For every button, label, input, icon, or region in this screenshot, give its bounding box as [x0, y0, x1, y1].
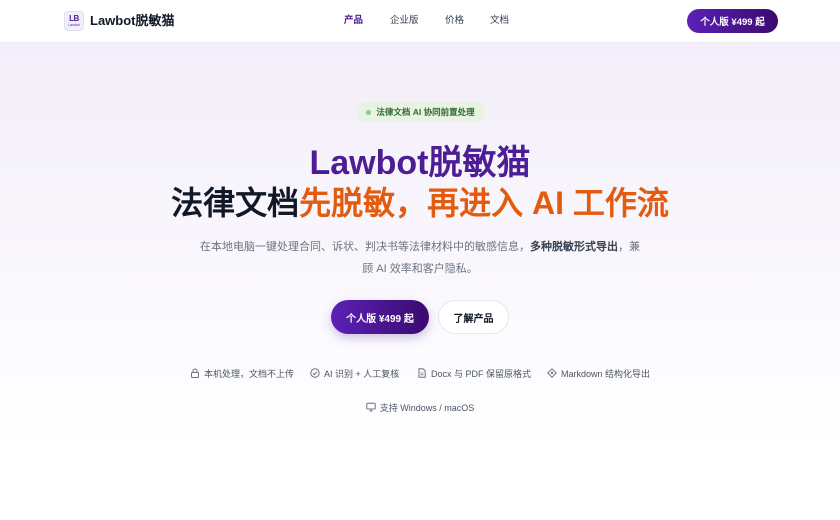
feature-local: 本机处理，文档不上传: [190, 366, 294, 380]
buy-personal-button[interactable]: 个人版 ¥499 起: [331, 300, 429, 334]
check-circle-icon: [310, 368, 320, 378]
feature-format: Docx 与 PDF 保留原格式: [417, 366, 531, 380]
nav-item-pricing[interactable]: 价格: [445, 14, 464, 28]
feature-ai-review: AI 识别 + 人工复核: [310, 366, 399, 380]
hero-title: Lawbot脱敏猫: [309, 144, 531, 182]
diamond-icon: [547, 368, 557, 378]
hero-subtitle: 法律文档先脱敏，再进入 AI 工作流: [0, 183, 840, 223]
nav-item-docs[interactable]: 文档: [490, 14, 509, 28]
monitor-icon: [366, 402, 376, 412]
header-buy-button[interactable]: 个人版 ¥499 起: [687, 9, 778, 33]
desc-highlight: 多种脱敏形式导出: [530, 241, 618, 253]
hero-badge: 法律文档 AI 协同前置处理: [356, 102, 485, 122]
hero-subtitle-part1: 法律文档: [171, 185, 300, 221]
feature-label: 本机处理，文档不上传: [204, 368, 295, 379]
feature-label: AI 识别 + 人工复核: [324, 368, 400, 379]
feature-markdown: Markdown 结构化导出: [547, 366, 650, 380]
learn-more-button[interactable]: 了解产品: [438, 300, 509, 334]
lock-icon: [191, 368, 199, 378]
nav-item-product[interactable]: 产品: [344, 14, 363, 28]
hero-description: 在本地电脑一键处理合同、诉状、判决书等法律材料中的敏感信息，多种脱敏形式导出，兼…: [200, 236, 640, 280]
feature-label: Markdown 结构化导出: [561, 368, 651, 379]
platform-label: 支持 Windows / macOS: [379, 402, 475, 413]
badge-text: 法律文档 AI 协同前置处理: [376, 107, 475, 117]
hero-subtitle-part2: 先脱敏，再进入 AI 工作流: [299, 185, 669, 221]
platform-support: 支持 Windows / macOS: [0, 400, 840, 414]
badge-dot: [366, 109, 372, 115]
feature-label: Docx 与 PDF 保留原格式: [431, 368, 532, 379]
desc-text-a: 在本地电脑一键处理合同、诉状、判决书等法律材料中的敏感信息，: [200, 241, 530, 253]
document-icon: [418, 368, 426, 378]
nav-item-enterprise[interactable]: 企业版: [390, 14, 419, 28]
site-header: LB Lawbot Lawbot脱敏猫 产品 企业版 价格 文档 个人版 ¥49…: [0, 0, 840, 43]
